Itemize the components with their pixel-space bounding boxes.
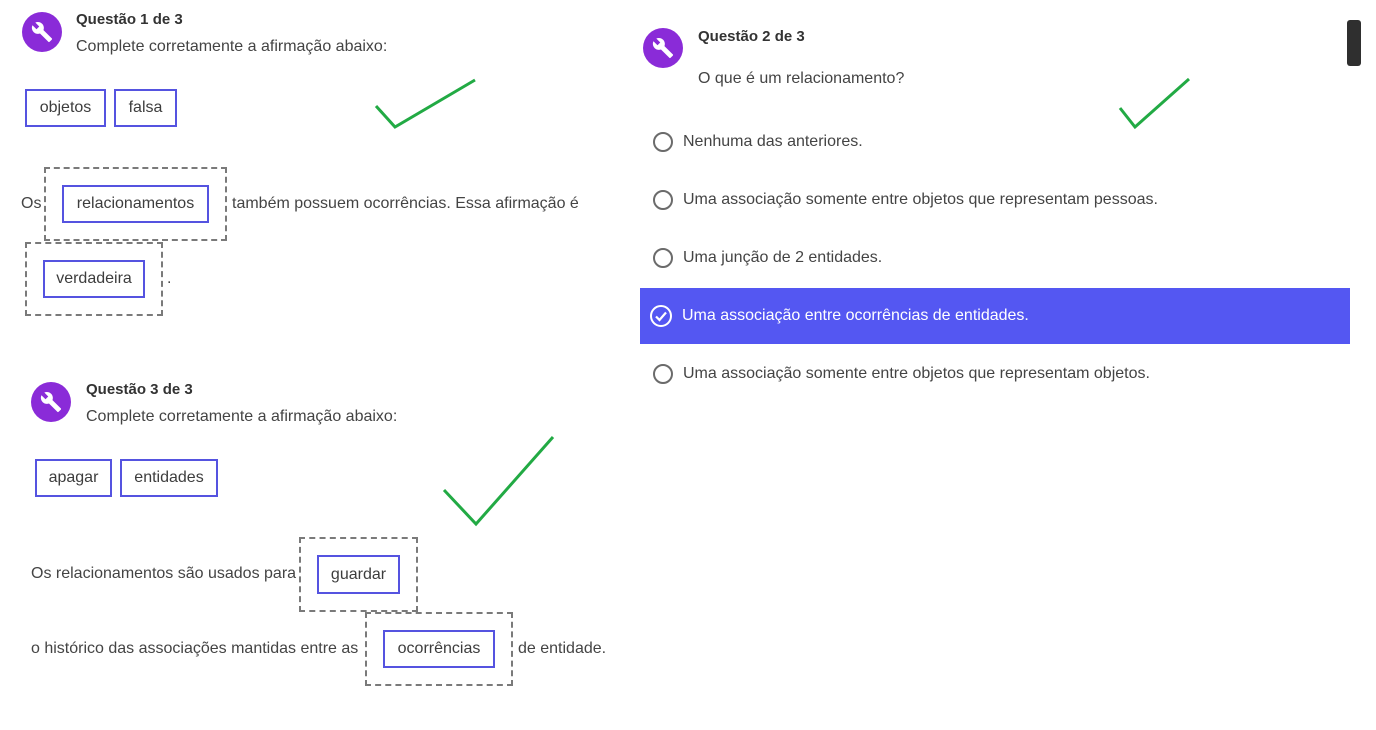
- question-3-instruction: Complete corretamente a afirmação abaixo…: [86, 408, 398, 425]
- option-label: Uma associação somente entre objetos que…: [683, 191, 1158, 208]
- word-bank-chip-apagar[interactable]: apagar: [35, 459, 112, 497]
- question-1-instruction: Complete corretamente a afirmação abaixo…: [76, 38, 388, 55]
- wrench-icon: [22, 12, 62, 52]
- answer-chip-relacionamentos[interactable]: relacionamentos: [62, 185, 209, 223]
- wrench-icon: [31, 382, 71, 422]
- word-bank-chip-entidades[interactable]: entidades: [120, 459, 218, 497]
- option-label: Uma associação entre ocorrências de enti…: [682, 307, 1029, 324]
- question-2-text: O que é um relacionamento?: [698, 70, 905, 87]
- checkmark-icon: [374, 78, 476, 129]
- check-circle-icon[interactable]: [649, 304, 673, 328]
- word-bank-chip-falsa[interactable]: falsa: [114, 89, 177, 127]
- sentence-text-start: Os: [21, 195, 42, 212]
- radio-button[interactable]: [653, 248, 673, 268]
- answer-chip-guardar[interactable]: guardar: [317, 555, 400, 594]
- sentence-text-part2: o histórico das associações mantidas ent…: [31, 640, 359, 657]
- answer-chip-verdadeira[interactable]: verdadeira: [43, 260, 145, 298]
- sentence-text-end: de entidade.: [518, 640, 607, 657]
- scrollbar-thumb[interactable]: [1347, 20, 1361, 66]
- sentence-text-middle: também possuem ocorrências. Essa afirmaç…: [232, 195, 579, 212]
- question-3-title: Questão 3 de 3: [86, 381, 193, 398]
- answer-chip-ocorrencias[interactable]: ocorrências: [383, 630, 495, 668]
- option-2[interactable]: Uma associação somente entre objetos que…: [640, 172, 1350, 228]
- option-label: Uma junção de 2 entidades.: [683, 249, 883, 266]
- radio-button[interactable]: [653, 364, 673, 384]
- option-1[interactable]: Nenhuma das anteriores.: [640, 114, 1350, 170]
- sentence-text-part1: Os relacionamentos são usados para: [31, 565, 297, 582]
- checkmark-icon: [442, 436, 555, 527]
- option-label: Nenhuma das anteriores.: [683, 133, 863, 150]
- radio-button[interactable]: [653, 132, 673, 152]
- radio-button[interactable]: [653, 190, 673, 210]
- wrench-icon: [643, 28, 683, 68]
- option-label: Uma associação somente entre objetos que…: [683, 365, 1150, 382]
- question-1-title: Questão 1 de 3: [76, 11, 183, 28]
- option-5[interactable]: Uma associação somente entre objetos que…: [640, 346, 1350, 402]
- word-bank-chip-objetos[interactable]: objetos: [25, 89, 106, 127]
- option-4-selected[interactable]: Uma associação entre ocorrências de enti…: [640, 288, 1350, 344]
- option-3[interactable]: Uma junção de 2 entidades.: [640, 230, 1350, 286]
- sentence-text-end: .: [167, 270, 172, 287]
- question-2-title: Questão 2 de 3: [698, 28, 805, 45]
